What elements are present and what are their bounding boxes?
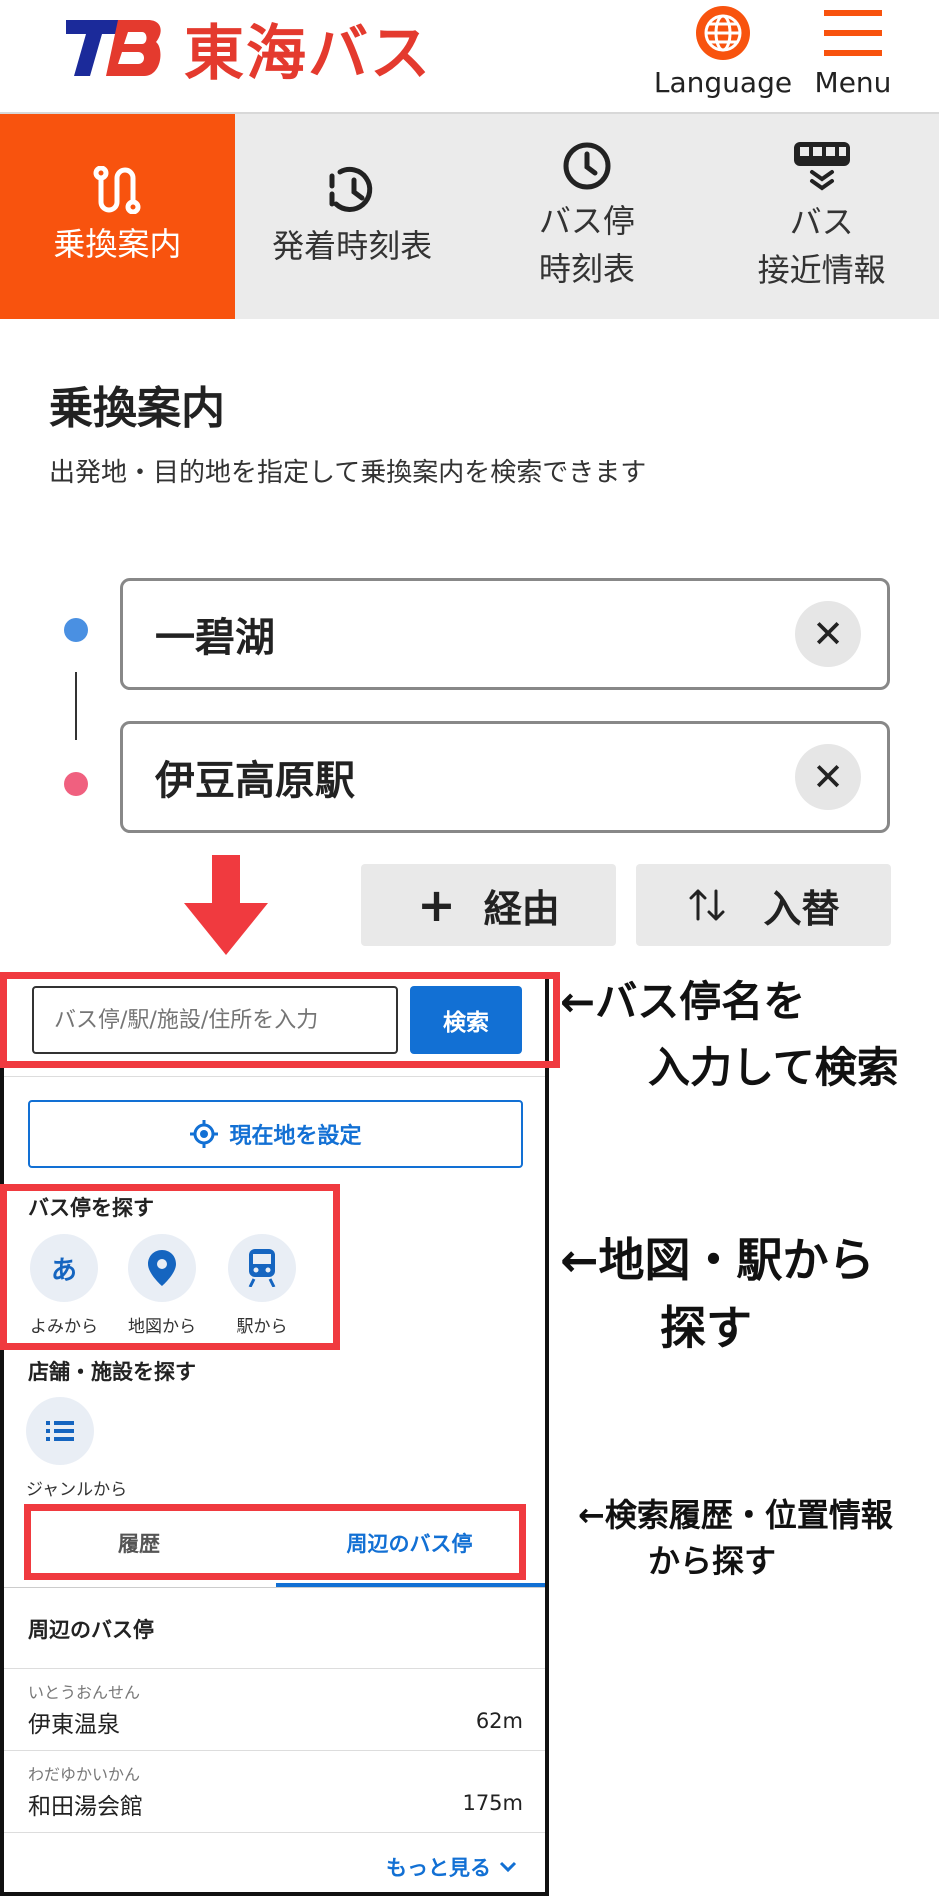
location-button-label: 現在地を設定: [229, 1124, 362, 1149]
tab-label: 乗換案内: [53, 224, 182, 263]
menu-button[interactable]: Menu: [805, 0, 901, 110]
origin-dot: [64, 618, 88, 642]
destination-field[interactable]: 伊豆高原駅 ✕: [120, 721, 890, 833]
clock-history-icon: [329, 166, 373, 212]
hamburger-icon: [824, 10, 882, 56]
clock-icon: [563, 142, 611, 189]
clear-origin-button[interactable]: ✕: [795, 601, 861, 667]
tab-label-line2: 接近情報: [757, 250, 886, 289]
genre-label: ジャンルから: [26, 1480, 128, 1500]
annotation-map-line1: ←地図・駅から: [560, 1233, 875, 1287]
annotation-history-line1: ←検索履歴・位置情報: [578, 1496, 893, 1534]
nearby-stop-row[interactable]: わだゆかいかん 和田湯会館 175m: [4, 1750, 545, 1833]
destination-dot: [64, 772, 88, 796]
tb-logo-mark: [66, 20, 161, 76]
tab-label-line1: バス: [789, 202, 854, 241]
plus-icon: +: [417, 878, 456, 932]
stop-name: 伊東温泉: [28, 1712, 120, 1738]
stop-distance: 62m: [475, 1709, 523, 1733]
facility-section-label: 店舗・施設を探す: [28, 1360, 196, 1384]
page-description: 出発地・目的地を指定して乗換案内を検索できます: [49, 458, 647, 488]
crosshair-icon: [190, 1120, 219, 1148]
annotation-map-line2: 探す: [660, 1301, 752, 1355]
tab-stop-timetable[interactable]: バス停 時刻表: [470, 114, 705, 319]
globe-icon: [696, 6, 750, 60]
show-more-link[interactable]: もっと見る: [386, 1852, 517, 1882]
swap-label: 入替: [763, 886, 840, 931]
swap-button[interactable]: 入替: [636, 864, 891, 946]
stop-name: 和田湯会館: [28, 1794, 143, 1820]
tab-label: 発着時刻表: [272, 226, 433, 265]
tab-departure-timetable[interactable]: 発着時刻表: [235, 114, 470, 319]
close-icon: ✕: [812, 612, 844, 656]
language-button[interactable]: Language: [653, 0, 793, 110]
tab-label-line2: 時刻表: [538, 249, 635, 288]
menu-label: Menu: [814, 66, 892, 99]
stop-reading: わだゆかいかん: [28, 1765, 141, 1784]
close-icon: ✕: [812, 755, 844, 799]
divider: [4, 1076, 545, 1077]
tab-bus-approach[interactable]: バス 接近情報: [704, 114, 939, 319]
via-label: 経由: [483, 886, 560, 931]
set-current-location-button[interactable]: 現在地を設定: [28, 1100, 523, 1168]
divider: [4, 1832, 545, 1833]
swap-arrows-icon: [689, 889, 725, 921]
destination-value: 伊豆高原駅: [155, 758, 355, 804]
chevron-down-icon: [499, 1861, 517, 1873]
search-by-genre-button[interactable]: ジャンルから: [26, 1397, 136, 1500]
nearby-heading: 周辺のバス停: [28, 1618, 154, 1642]
tab-label-line1: バス停: [538, 201, 635, 240]
route-connector-line: [75, 672, 77, 740]
route-icon: [93, 165, 141, 214]
highlight-tabs-box: [24, 1504, 526, 1580]
show-more-label: もっと見る: [386, 1856, 491, 1880]
tab-transfer[interactable]: 乗換案内: [0, 114, 235, 319]
origin-field[interactable]: 一碧湖 ✕: [120, 578, 890, 690]
highlight-stop-options-box: [0, 1184, 340, 1350]
nearby-stop-row[interactable]: いとうおんせん 伊東温泉 62m: [4, 1668, 545, 1751]
origin-value: 一碧湖: [155, 615, 275, 661]
stop-reading: いとうおんせん: [28, 1683, 141, 1702]
site-header: 東海バス Language Menu: [0, 0, 939, 114]
down-arrow-icon: [184, 855, 268, 955]
language-label: Language: [653, 66, 793, 99]
annotation-search-line1: ←バス停名を: [560, 977, 806, 1026]
logo-text: 東海バス: [184, 18, 432, 89]
clear-destination-button[interactable]: ✕: [795, 744, 861, 810]
annotation-history-line2: から探す: [648, 1542, 777, 1580]
page-title: 乗換案内: [49, 383, 225, 434]
via-button[interactable]: + 経由: [361, 864, 616, 946]
logo[interactable]: 東海バス: [66, 10, 432, 89]
divider: [4, 1587, 545, 1588]
main-nav-tabs: 乗換案内 発着時刻表 バス停 時刻表 バス 接近情報: [0, 114, 939, 319]
annotation-search-line2: 入力して検索: [648, 1043, 899, 1092]
stop-distance: 175m: [462, 1791, 523, 1815]
bus-approach-icon: [793, 141, 850, 190]
highlight-search-box: [0, 972, 560, 1068]
list-icon: [26, 1397, 94, 1465]
